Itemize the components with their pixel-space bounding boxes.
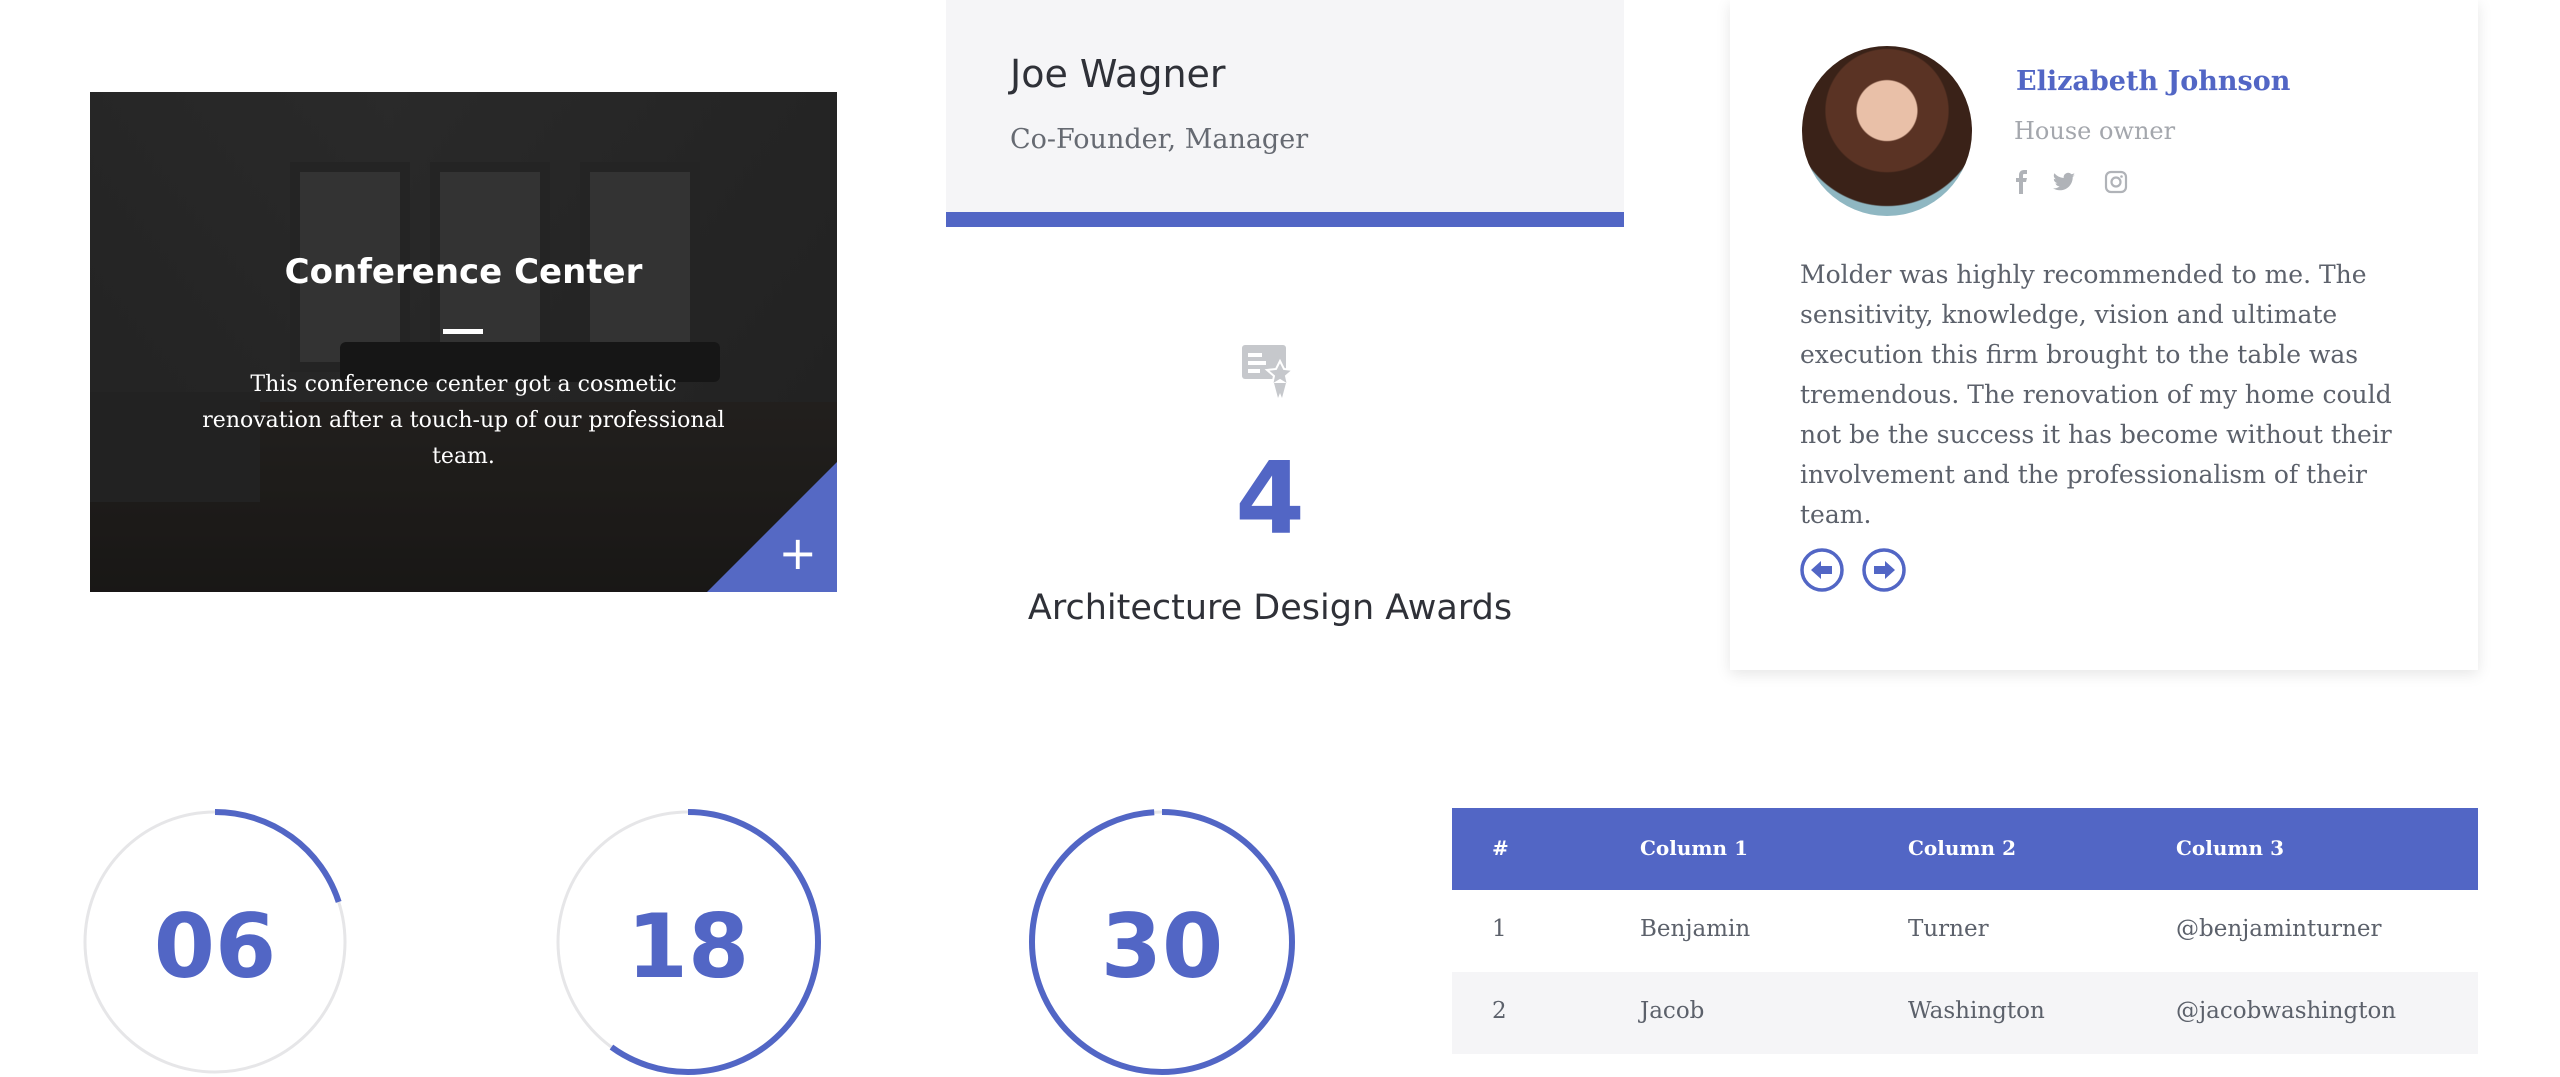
team-member-accent-bar xyxy=(946,212,1624,227)
facebook-icon[interactable] xyxy=(2010,170,2034,194)
team-member-name: Joe Wagner xyxy=(1010,52,1226,96)
table-header-cell: Column 2 xyxy=(1908,836,2016,860)
team-member-role: Co-Founder, Manager xyxy=(1010,124,1309,155)
table-cell: @jacobwashington xyxy=(2176,998,2397,1024)
certificate-icon xyxy=(1242,345,1296,398)
table-cell: Jacob xyxy=(1640,998,1705,1024)
table-header-cell: Column 1 xyxy=(1640,836,1748,860)
table-header-cell: # xyxy=(1492,836,1509,860)
table-header: # Column 1 Column 2 Column 3 xyxy=(1452,808,2478,890)
table-header-cell: Column 3 xyxy=(2176,836,2284,860)
table-cell: Benjamin xyxy=(1640,916,1751,942)
counter-value: 18 xyxy=(626,895,750,998)
table-cell: 1 xyxy=(1492,916,1507,942)
table-cell: @benjaminturner xyxy=(2176,916,2382,942)
testimonial-author-role: House owner xyxy=(2014,117,2176,145)
corner-accent xyxy=(707,462,837,592)
title-divider xyxy=(443,329,483,334)
twitter-icon[interactable] xyxy=(2052,170,2076,194)
conference-card[interactable]: Conference Center This conference center… xyxy=(90,92,837,592)
prev-arrow-button[interactable] xyxy=(1800,548,1844,592)
table-row: 1 Benjamin Turner @benjaminturner xyxy=(1452,890,2478,972)
data-table: # Column 1 Column 2 Column 3 1 Benjamin … xyxy=(1452,808,2478,1054)
conference-title: Conference Center xyxy=(284,252,643,292)
table-row: 2 Jacob Washington @jacobwashington xyxy=(1452,972,2478,1054)
instagram-icon[interactable] xyxy=(2104,170,2128,194)
counter-value: 30 xyxy=(1100,895,1224,998)
plus-icon[interactable]: + xyxy=(778,530,817,576)
testimonial-author-name[interactable]: Elizabeth Johnson xyxy=(2016,66,2290,97)
award-label: Architecture Design Awards xyxy=(1027,588,1513,628)
conference-description: This conference center got a cosmetic re… xyxy=(202,372,725,469)
table-cell: Washington xyxy=(1908,998,2045,1024)
award-count: 4 xyxy=(1235,440,1305,557)
table-cell: Turner xyxy=(1908,916,1989,942)
next-arrow-button[interactable] xyxy=(1862,548,1906,592)
table-cell: 2 xyxy=(1492,998,1507,1024)
avatar xyxy=(1802,46,1972,216)
counter-value: 06 xyxy=(153,895,277,998)
team-member-card xyxy=(946,0,1624,212)
testimonial-quote: Molder was highly recommended to me. The… xyxy=(1800,260,2392,529)
